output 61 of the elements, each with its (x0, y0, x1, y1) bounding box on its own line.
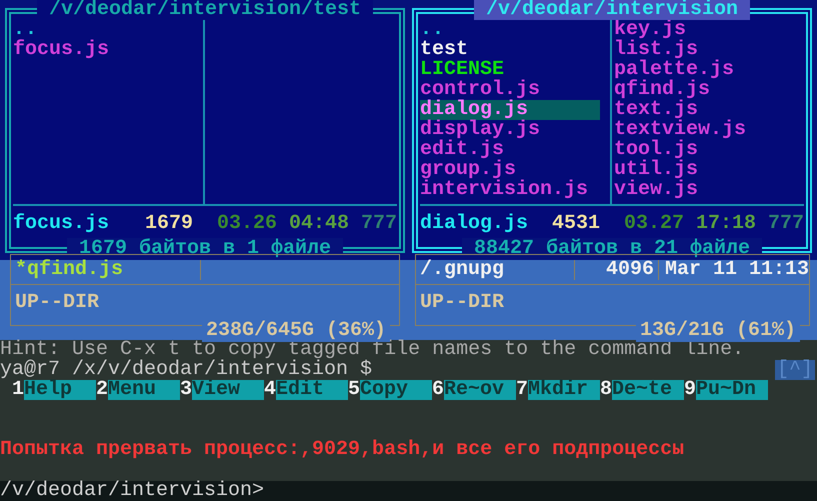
file-entry[interactable]: key.js (614, 20, 686, 40)
file-entry[interactable]: focus.js (13, 40, 110, 60)
function-key[interactable]: Re~ov (444, 380, 516, 400)
key-number: 4 (264, 380, 276, 400)
panel-status: UP--DIR (15, 293, 100, 313)
file-entry[interactable]: .. (13, 20, 38, 40)
file-entry[interactable]: tool.js (614, 140, 698, 160)
file-entry[interactable]: view.js (614, 180, 698, 200)
disk-usage: 238G/645G (36%) (202, 320, 390, 342)
file-mode: 777 (360, 214, 397, 234)
file-date: 03.26 (216, 214, 277, 234)
key-number: 8 (600, 380, 612, 400)
file-time: 17:18 (696, 214, 756, 234)
file-entry[interactable]: control.js (420, 80, 540, 100)
key-number: 3 (180, 380, 192, 400)
function-key[interactable]: View (192, 380, 264, 400)
file-entry[interactable]: group.js (420, 160, 516, 180)
file-entry[interactable]: .. (420, 20, 444, 40)
file-entry[interactable]: display.js (420, 120, 540, 140)
panel-status: UP--DIR (420, 293, 504, 313)
function-key[interactable]: Copy (360, 380, 432, 400)
file-entry[interactable]: LICENSE (420, 60, 504, 80)
panel-summary: 88427 байтов в 21 файле (462, 238, 762, 260)
key-number: 7 (516, 380, 528, 400)
function-key[interactable]: Mkdir (528, 380, 600, 400)
dir-date: Mar 11 11:13 (664, 260, 809, 280)
file-time: 04:48 (288, 214, 349, 234)
shell-prompt: ya@r7 /x/v/deodar/intervision $ (0, 360, 372, 380)
dir-size: 4096 (574, 260, 659, 280)
tagged-file[interactable]: *qfind.js (11, 260, 201, 280)
key-number: 6 (432, 380, 444, 400)
file-size: 1679 (144, 214, 193, 234)
file-entry[interactable]: qfind.js (614, 80, 710, 100)
command-line: /v/deodar/intervision> (0, 479, 264, 501)
panel-summary: 1679 байтов в 1 файле (66, 238, 344, 260)
file-name: dialog.js (420, 214, 528, 234)
file-entry[interactable]: text.js (614, 100, 698, 120)
key-number: 1 (12, 380, 24, 400)
directory-entry[interactable]: /.gnupg (416, 260, 575, 280)
file-size: 4531 (552, 214, 600, 234)
file-entry[interactable]: palette.js (614, 60, 734, 80)
file-entry[interactable]: dialog.js (420, 100, 600, 120)
file-date: 03.27 (624, 214, 684, 234)
key-number: 2 (96, 380, 108, 400)
function-key[interactable]: De~te (612, 380, 684, 400)
key-number: 9 (684, 380, 696, 400)
file-entry[interactable]: edit.js (420, 140, 504, 160)
function-key[interactable]: Edit (276, 380, 348, 400)
function-key[interactable]: Menu (108, 380, 180, 400)
file-entry[interactable]: intervision.js (420, 180, 588, 200)
disk-usage: 13G/21G (61%) (636, 320, 800, 342)
file-name: focus.js (13, 214, 110, 234)
error-message: Попытка прервать процесс:,9029,bash,и все его подпроцессы (0, 440, 684, 460)
function-key[interactable]: Pu~Dn (696, 380, 768, 400)
file-mode: 777 (768, 214, 804, 234)
function-key[interactable]: Help (24, 380, 96, 400)
key-number: 5 (348, 380, 360, 400)
file-entry[interactable]: textview.js (614, 120, 746, 140)
file-entry[interactable]: test (420, 40, 468, 60)
file-entry[interactable]: list.js (614, 40, 698, 60)
file-entry[interactable]: util.js (614, 160, 698, 180)
